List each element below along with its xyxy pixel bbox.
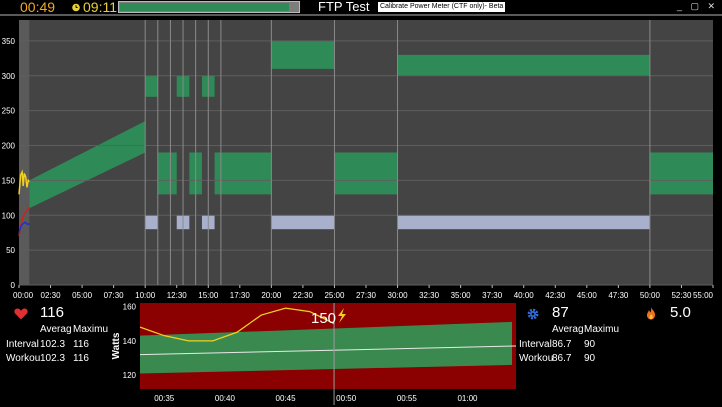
workout-progress-bar [118, 1, 300, 13]
cadence-avg-header: Averag [552, 324, 584, 335]
x-tick-label: 50:00 [640, 291, 661, 300]
power-target-zone [157, 152, 177, 195]
x-tick-label: 25:00 [324, 291, 345, 300]
alarm-clock-icon [72, 3, 80, 12]
x-tick-label: 27:30 [356, 291, 377, 300]
mini-y-axis-label: Watts [111, 332, 122, 359]
y-tick-label: 100 [2, 211, 16, 220]
heart-interval-label: Interval [6, 339, 39, 350]
heart-max-header: Maximu [73, 324, 109, 335]
cadence-interval-max: 90 [584, 339, 596, 350]
mini-x-tick-label: 00:35 [154, 394, 175, 403]
x-tick-label: 32:30 [419, 291, 440, 300]
calories-current: 5.0 [670, 304, 691, 321]
heart-icon [14, 308, 28, 320]
x-tick-label: 52:30 [671, 291, 692, 300]
cadence-current: 87 [552, 304, 569, 321]
power-target-zone [397, 54, 650, 76]
elapsed-region [19, 20, 30, 285]
x-tick-label: 35:00 [451, 291, 472, 300]
power-target-zone [214, 152, 272, 195]
y-tick-label: 350 [2, 37, 16, 46]
x-tick-label: 15:00 [198, 291, 219, 300]
x-tick-label: 40:00 [514, 291, 535, 300]
gear-icon [527, 308, 539, 320]
cadence-target-zone [271, 215, 335, 230]
y-tick-label: 300 [2, 72, 16, 81]
x-tick-label: 02:30 [41, 291, 62, 300]
x-tick-label: 17:30 [230, 291, 251, 300]
mini-y-tick-label: 160 [123, 303, 137, 311]
x-tick-label: 42:30 [545, 291, 566, 300]
y-tick-label: 50 [6, 246, 15, 255]
x-tick-label: 37:30 [482, 291, 503, 300]
x-tick-label: 20:00 [261, 291, 282, 300]
x-tick-label: 30:00 [388, 291, 409, 300]
power-target-zone [271, 40, 335, 69]
x-tick-label: 45:00 [577, 291, 598, 300]
x-tick-label: 55:00 [693, 291, 714, 300]
x-tick-label: 05:00 [72, 291, 93, 300]
x-tick-label: 07:30 [104, 291, 125, 300]
heart-rate-current: 116 [40, 304, 64, 321]
x-tick-label: 00:00 [13, 291, 34, 300]
y-tick-label: 0 [11, 281, 16, 290]
top-bar: 00:49 09:11 FTP Test Calibrate Power Met… [0, 0, 722, 14]
heart-interval-avg: 102.3 [40, 339, 66, 350]
heart-workout-max: 116 [73, 353, 89, 364]
x-tick-label: 22:30 [293, 291, 314, 300]
progress-fill [120, 3, 290, 11]
cadence-max-header: Maximu [584, 324, 620, 335]
cadence-workout-avg: 86.7 [552, 353, 572, 364]
heart-workout-avg: 102.3 [40, 353, 66, 364]
heart-interval-max: 116 [73, 339, 89, 350]
mini-x-tick-label: 00:50 [336, 394, 357, 403]
x-tick-label: 12:30 [167, 291, 188, 300]
mini-x-tick-label: 00:45 [276, 394, 297, 403]
heart-avg-header: Averag [40, 324, 72, 335]
window-controls[interactable]: _ ▢ ✕ [677, 1, 718, 12]
cadence-workout-label: Workou [519, 353, 554, 364]
power-target-zone [649, 152, 713, 195]
heart-workout-label: Workou [6, 353, 41, 364]
workout-chart[interactable]: 0 50 100 150 200 250 300 350 00:00 02:30 05:00 07:… [0, 16, 722, 304]
power-mini-chart: 120 140 160 00:35 00:40 00:45 00:50 00:55 01:00… [111, 303, 516, 405]
x-tick-label: 47:30 [608, 291, 629, 300]
workout-title: FTP Test [318, 0, 370, 14]
y-tick-label: 150 [2, 176, 16, 185]
cadence-workout-max: 90 [584, 353, 596, 364]
current-power-value: 150 [311, 310, 336, 327]
power-target-zone [145, 75, 158, 97]
mini-y-tick-label: 120 [123, 371, 137, 380]
cadence-interval-label: Interval [519, 339, 552, 350]
mini-x-tick-label: 00:55 [397, 394, 418, 403]
mini-x-tick-label: 01:00 [457, 394, 478, 403]
calibrate-power-meter-button[interactable]: Calibrate Power Meter (CTF only)- Beta [378, 2, 506, 12]
mini-x-tick-label: 00:40 [215, 394, 236, 403]
x-tick-label: 10:00 [135, 291, 156, 300]
cadence-target-zone [145, 215, 158, 230]
y-tick-label: 200 [2, 142, 16, 151]
y-tick-label: 250 [2, 107, 16, 116]
cadence-interval-avg: 86.7 [552, 339, 572, 350]
elapsed-time: 00:49 [20, 0, 56, 15]
power-target-zone [334, 152, 398, 195]
time-remaining: 09:11 [83, 0, 117, 15]
flame-icon [646, 307, 656, 320]
cadence-target-zone [397, 215, 650, 230]
mini-y-tick-label: 140 [123, 337, 137, 346]
